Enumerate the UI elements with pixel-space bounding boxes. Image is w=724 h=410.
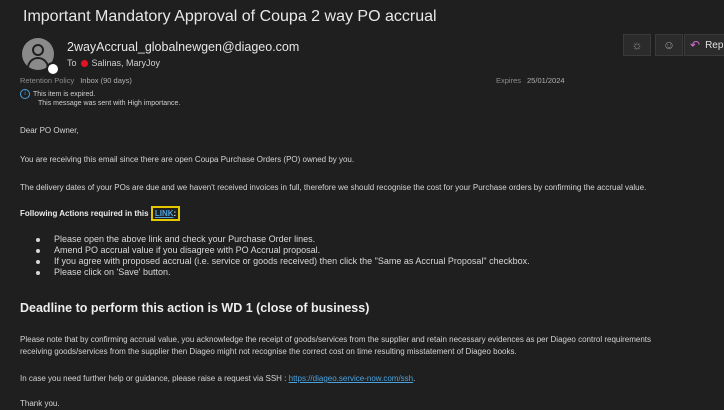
- expires-label: Expires: [496, 76, 522, 85]
- ssh-link[interactable]: https://diageo.service-now.com/ssh: [289, 374, 414, 383]
- expired-notice: i This item is expired.: [20, 89, 95, 99]
- list-item: Please click on 'Save' button.: [36, 267, 530, 278]
- actions-link[interactable]: LINK: [155, 209, 174, 218]
- recipient-status-icon: [80, 59, 88, 67]
- help-suffix: .: [413, 374, 416, 383]
- list-item: Please open the above link and check you…: [36, 234, 530, 245]
- expired-text: This item is expired.: [33, 90, 96, 98]
- list-item: If you agree with proposed accrual (i.e.…: [36, 256, 530, 267]
- paragraph-intro: You are receiving this email since there…: [20, 155, 355, 164]
- help-prefix: In case you need further help or guidanc…: [20, 374, 287, 383]
- deadline-heading: Deadline to perform this action is WD 1 …: [20, 301, 370, 315]
- actions-prefix: Following Actions required in this: [20, 209, 149, 218]
- emoji-icon: ☺: [662, 38, 676, 52]
- paragraph-acknowledge-line2: receiving goods/services from the suppli…: [20, 347, 517, 356]
- paragraph-acknowledge-line1: Please note that by confirming accrual v…: [20, 335, 652, 344]
- reply-arrow-icon: ↶: [690, 38, 701, 52]
- paragraph-delivery: The delivery dates of your POs are due a…: [20, 183, 647, 192]
- reply-label: Reply: [705, 39, 724, 51]
- list-item: Amend PO accrual value if you disagree w…: [36, 245, 530, 256]
- recipient-row: To Salinas, MaryJoy: [67, 58, 160, 68]
- retention-label: Retention Policy: [20, 76, 75, 85]
- sender-address[interactable]: 2wayAccrual_globalnewgen@diageo.com: [67, 40, 299, 54]
- reaction-button[interactable]: ☺: [655, 34, 683, 56]
- reply-button[interactable]: ↶ Reply: [684, 34, 724, 56]
- sun-button[interactable]: ☼: [623, 34, 651, 56]
- presence-status-icon: [46, 62, 60, 76]
- link-highlight-box: LINK:: [150, 206, 181, 221]
- retention-policy: Retention Policy Inbox (90 days): [20, 76, 132, 85]
- action-list: Please open the above link and check you…: [36, 234, 530, 278]
- help-paragraph: In case you need further help or guidanc…: [20, 374, 415, 383]
- email-subject: Important Mandatory Approval of Coupa 2 …: [23, 8, 437, 25]
- importance-notice: This message was sent with High importan…: [38, 100, 181, 107]
- sign-off: Thank you.: [20, 399, 60, 408]
- actions-heading: Following Actions required in this LINK:: [20, 206, 181, 221]
- actions-suffix: :: [173, 209, 177, 218]
- expiry-info: Expires 25/01/2024: [496, 76, 565, 85]
- sun-icon: ☼: [631, 38, 643, 52]
- recipient-name[interactable]: Salinas, MaryJoy: [92, 58, 161, 68]
- retention-value: Inbox (90 days): [80, 76, 132, 85]
- to-label: To: [67, 58, 77, 68]
- greeting: Dear PO Owner,: [20, 126, 79, 135]
- avatar-head-shape: [32, 44, 44, 56]
- email-reading-pane: Important Mandatory Approval of Coupa 2 …: [0, 0, 724, 410]
- info-icon: i: [20, 89, 30, 99]
- expires-value: 25/01/2024: [527, 76, 565, 85]
